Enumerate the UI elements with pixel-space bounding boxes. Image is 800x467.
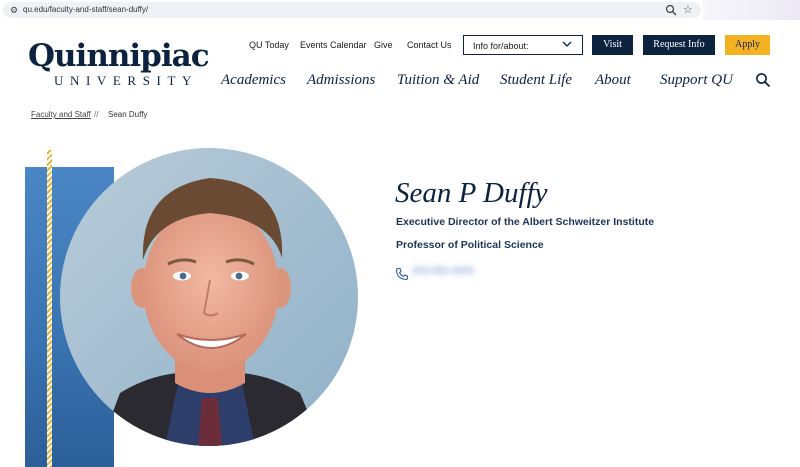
request-info-button[interactable]: Request Info [643,35,715,55]
profile-name: Sean P Duffy [395,177,548,209]
visit-button[interactable]: Visit [592,35,633,55]
decorative-rope [47,150,52,467]
nav-about[interactable]: About [595,71,631,89]
phone-number-link[interactable]: 203-582-0000 [412,265,488,279]
chevron-down-icon [562,41,572,47]
phone-icon [395,267,409,281]
nav-academics[interactable]: Academics [221,71,286,89]
nav-qu-today[interactable]: QU Today [249,40,289,50]
nav-tuition-aid[interactable]: Tuition & Aid [397,71,479,89]
logo-wordmark: Quinnipiac [28,38,210,74]
url-text[interactable]: qu.edu/faculty-and-staff/sean-duffy/ [23,4,148,16]
zoom-icon[interactable] [665,4,677,16]
url-field[interactable]: ⚙ qu.edu/faculty-and-staff/sean-duffy/ ☆ [3,2,701,18]
profile-photo [60,148,358,446]
nav-contact-us[interactable]: Contact Us [407,40,452,50]
nav-student-life[interactable]: Student Life [500,71,572,89]
search-icon[interactable] [755,72,771,88]
info-for-dropdown[interactable]: Info for/about: [463,35,583,55]
profile-title-primary: Executive Director of the Albert Schweit… [396,216,655,228]
site-settings-icon[interactable]: ⚙ [8,3,20,17]
breadcrumb-separator: // [94,110,99,119]
browser-address-bar: ⚙ qu.edu/faculty-and-staff/sean-duffy/ ☆ [0,0,800,20]
breadcrumb-current: Sean Duffy [108,110,148,119]
nav-admissions[interactable]: Admissions [307,71,375,89]
breadcrumb-faculty-and-staff[interactable]: Faculty and Staff [31,110,91,120]
nav-give[interactable]: Give [374,40,393,50]
nav-support-qu[interactable]: Support QU [660,71,733,89]
nav-events-calendar[interactable]: Events Calendar [300,40,367,50]
dropdown-label: Info for/about: [473,41,529,51]
logo-subtitle: UNIVERSITY [54,73,198,88]
apply-button[interactable]: Apply [725,35,770,55]
browser-extensions-area [703,0,800,20]
bookmark-star-icon[interactable]: ☆ [683,2,693,18]
university-logo[interactable]: Quinnipiac UNIVERSITY [28,38,210,89]
profile-title-secondary: Professor of Political Science [396,239,544,251]
